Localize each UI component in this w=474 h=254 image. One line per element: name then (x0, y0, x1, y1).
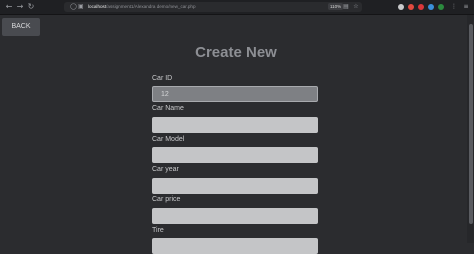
star-icon[interactable]: ☆ (352, 2, 360, 12)
page-title-text: Create New (195, 44, 277, 61)
reload-icon[interactable]: ↻ (26, 2, 36, 12)
field-label-car-model: Car Model (152, 136, 185, 143)
reader-view-icon[interactable]: ▤ (342, 2, 350, 12)
page-info-icon[interactable]: ▣ (78, 2, 84, 12)
pocket-icon[interactable] (398, 4, 404, 10)
browser-toolbar: ← → ↻ ◯ ▣ localhost/assignment1/Alexandr… (0, 0, 474, 15)
field-label-tire: Tire (152, 227, 164, 234)
extension-icon[interactable] (438, 4, 444, 10)
tire-input[interactable] (152, 238, 318, 254)
extension-icon[interactable] (418, 4, 424, 10)
extension-icon[interactable] (408, 4, 414, 10)
back-button[interactable]: BACK (2, 18, 40, 36)
field-label-car-year: Car year (152, 166, 179, 173)
url-text[interactable]: localhost/assignment1/Alexandra demo/new… (88, 2, 196, 12)
car-name-input[interactable] (152, 117, 318, 133)
zoom-level[interactable]: 110% (328, 3, 344, 10)
car-price-input[interactable] (152, 208, 318, 224)
arrow-left-icon[interactable]: ← (4, 2, 14, 12)
car-id-input[interactable] (152, 86, 318, 102)
car-year-input[interactable] (152, 178, 318, 194)
url-path: /assignment1/Alexandra demo/new_car.php (106, 4, 196, 9)
page-title: Create New (0, 44, 474, 61)
field-label-car-name: Car Name (152, 105, 184, 112)
more-icon[interactable]: ⋮ (450, 2, 458, 12)
car-model-input[interactable] (152, 147, 318, 163)
arrow-right-icon[interactable]: → (15, 2, 25, 12)
url-host: localhost (88, 4, 107, 9)
shield-icon[interactable]: ◯ (70, 2, 77, 12)
menu-icon[interactable]: ≡ (462, 2, 470, 12)
extension-icon[interactable] (428, 4, 434, 10)
field-label-car-id: Car ID (152, 75, 173, 82)
address-bar[interactable]: ◯ ▣ localhost/assignment1/Alexandra demo… (64, 2, 362, 12)
field-label-car-price: Car price (152, 196, 181, 203)
scrollbar-thumb[interactable] (469, 24, 473, 224)
